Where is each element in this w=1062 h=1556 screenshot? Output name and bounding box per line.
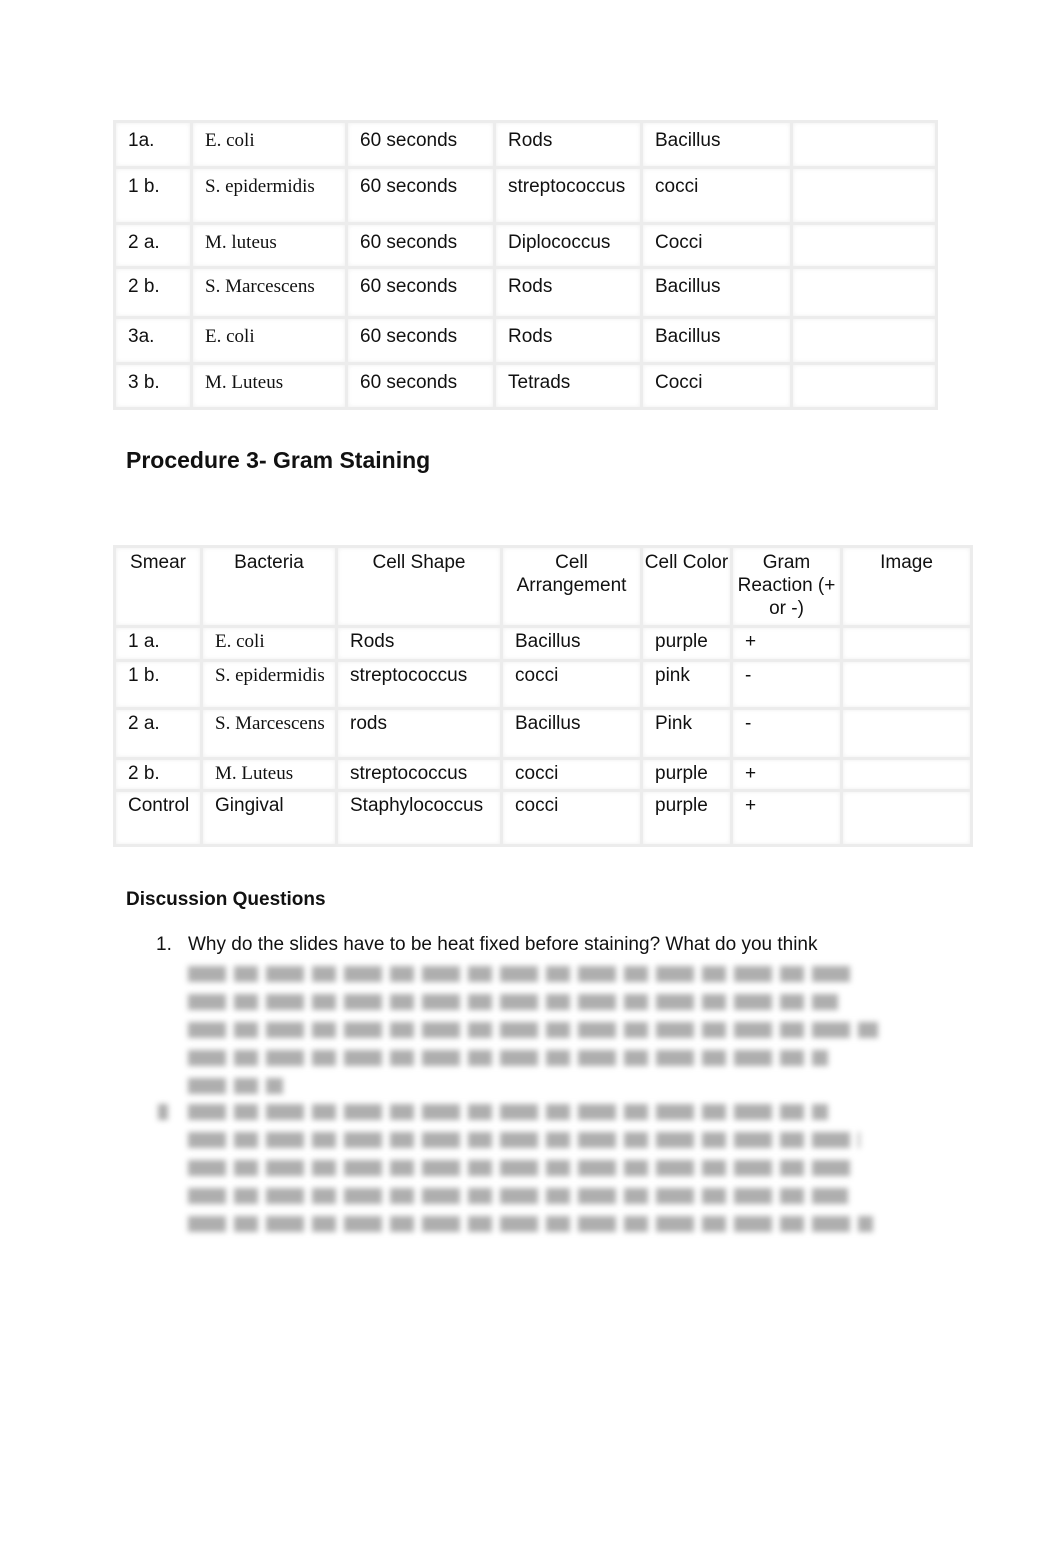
header-cell: Bacteria — [200, 545, 338, 628]
table-cell: 2 a. — [113, 222, 193, 269]
table-cell: E. coli — [200, 625, 338, 662]
table-cell: purple — [640, 757, 733, 792]
table-cell: purple — [640, 625, 733, 662]
table-cell: Pink — [640, 707, 733, 760]
table-cell: 2 b. — [113, 266, 193, 319]
table-cell: + — [730, 625, 843, 662]
table-cell — [840, 757, 973, 792]
table-cell: Rods — [493, 266, 643, 319]
question-1-number: 1. — [156, 934, 172, 955]
gram-staining-table: Smear Bacteria Cell Shape Cell Arrangement C… — [113, 545, 973, 847]
table-cell: E. coli — [190, 316, 348, 365]
header-cell: Image — [840, 545, 973, 628]
table-cell: - — [730, 707, 843, 760]
table-row: 2 b. S. Marcescens 60 seconds Rods Bacillus — [113, 266, 938, 319]
table-cell: 60 seconds — [345, 222, 496, 269]
table-row: 3 b. M. Luteus 60 seconds Tetrads Cocci — [113, 362, 938, 410]
table-cell: streptococcus — [335, 659, 503, 710]
table-cell: 2 b. — [113, 757, 203, 792]
table-cell: S. epidermidis — [200, 659, 338, 710]
table-cell: M. Luteus — [200, 757, 338, 792]
table-row: 1 b. S. epidermidis streptococcus cocci pink… — [113, 659, 973, 710]
table-cell: 1 a. — [113, 625, 203, 662]
table-cell: rods — [335, 707, 503, 760]
header-cell: Cell Arrangement — [500, 545, 643, 628]
table-cell: Bacillus — [640, 316, 793, 365]
table-cell — [790, 266, 938, 319]
document-page: 1a. E. coli 60 seconds Rods Bacillus 1 b. S. e… — [0, 0, 1062, 1556]
table-cell — [840, 625, 973, 662]
table-cell: M. luteus — [190, 222, 348, 269]
header-row: Smear Bacteria Cell Shape Cell Arrangement C… — [113, 545, 973, 628]
table-cell: S. Marcescens — [200, 707, 338, 760]
table-cell: streptococcus — [335, 757, 503, 792]
table-row: 1 b. S. epidermidis 60 seconds streptococcu… — [113, 166, 938, 225]
table-cell — [790, 222, 938, 269]
table-cell: Cocci — [640, 362, 793, 410]
table-cell: Rods — [493, 316, 643, 365]
table-cell — [840, 789, 973, 847]
table-cell: M. Luteus — [190, 362, 348, 410]
table-cell — [840, 707, 973, 760]
table-cell: cocci — [500, 757, 643, 792]
table-cell: 3 b. — [113, 362, 193, 410]
table-cell: 1a. — [113, 120, 193, 169]
table-row: 1 a. E. coli Rods Bacillus purple + — [113, 625, 973, 662]
table-cell: Rods — [493, 120, 643, 169]
table-cell — [790, 362, 938, 410]
header-cell: Gram Reaction (+ or -) — [730, 545, 843, 628]
table-cell: Diplococcus — [493, 222, 643, 269]
table-cell — [790, 166, 938, 225]
table-cell: streptococcus — [493, 166, 643, 225]
results-table-1: 1a. E. coli 60 seconds Rods Bacillus 1 b. S. e… — [113, 120, 938, 410]
table-cell: Cocci — [640, 222, 793, 269]
table-row: 2 a. S. Marcescens rods Bacillus Pink - — [113, 707, 973, 760]
table-cell: 60 seconds — [345, 120, 496, 169]
procedure-3-heading: Procedure 3- Gram Staining — [126, 447, 431, 473]
table-cell: 1 b. — [113, 166, 193, 225]
header-cell: Cell Color — [640, 545, 733, 628]
table-cell — [790, 316, 938, 365]
table-cell: 3a. — [113, 316, 193, 365]
table-cell: 1 b. — [113, 659, 203, 710]
question-1-text: Why do the slides have to be heat fixed … — [188, 934, 818, 955]
table-row: Control Gingival Staphylococcus cocci purple… — [113, 789, 973, 847]
table-cell: + — [730, 789, 843, 847]
table-row: 3a. E. coli 60 seconds Rods Bacillus — [113, 316, 938, 365]
table-cell: Bacillus — [640, 266, 793, 319]
table-cell: purple — [640, 789, 733, 847]
table-cell: pink — [640, 659, 733, 710]
table-cell: Rods — [335, 625, 503, 662]
table-cell: Bacillus — [640, 120, 793, 169]
table-cell — [790, 120, 938, 169]
table-cell: cocci — [500, 789, 643, 847]
table-cell: 2 a. — [113, 707, 203, 760]
table-cell: E. coli — [190, 120, 348, 169]
table-row: 2 b. M. Luteus streptococcus cocci purple + — [113, 757, 973, 792]
table-cell: Gingival — [200, 789, 338, 847]
table-cell: - — [730, 659, 843, 710]
discussion-heading: Discussion Questions — [126, 889, 326, 910]
table-cell: 60 seconds — [345, 266, 496, 319]
table-cell: + — [730, 757, 843, 792]
table-cell: S. epidermidis — [190, 166, 348, 225]
table-cell: 60 seconds — [345, 362, 496, 410]
table-cell: cocci — [640, 166, 793, 225]
table-cell: Tetrads — [493, 362, 643, 410]
table-row: 1a. E. coli 60 seconds Rods Bacillus — [113, 120, 938, 169]
table-cell: 60 seconds — [345, 166, 496, 225]
header-cell: Cell Shape — [335, 545, 503, 628]
table-cell: Staphylococcus — [335, 789, 503, 847]
table-cell: Bacillus — [500, 707, 643, 760]
table-cell: cocci — [500, 659, 643, 710]
table-cell: 60 seconds — [345, 316, 496, 365]
table-row: 2 a. M. luteus 60 seconds Diplococcus Cocci — [113, 222, 938, 269]
table-cell — [840, 659, 973, 710]
table-cell: Bacillus — [500, 625, 643, 662]
header-cell: Smear — [113, 545, 203, 628]
table-cell: Control — [113, 789, 203, 847]
table-cell: S. Marcescens — [190, 266, 348, 319]
